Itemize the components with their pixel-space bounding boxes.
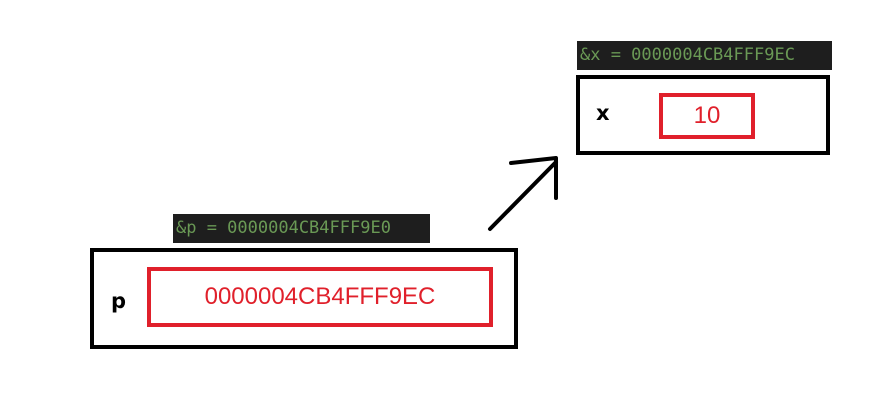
- p-value: 0000004CB4FFF9EC: [147, 267, 493, 327]
- p-address-label: &p = 0000004CB4FFF9E0: [173, 214, 430, 243]
- p-variable-name: p: [111, 289, 127, 313]
- arrow-shaft: [488, 160, 558, 231]
- arrow-head: [509, 156, 558, 200]
- p-variable-box: p 0000004CB4FFF9EC: [90, 248, 518, 349]
